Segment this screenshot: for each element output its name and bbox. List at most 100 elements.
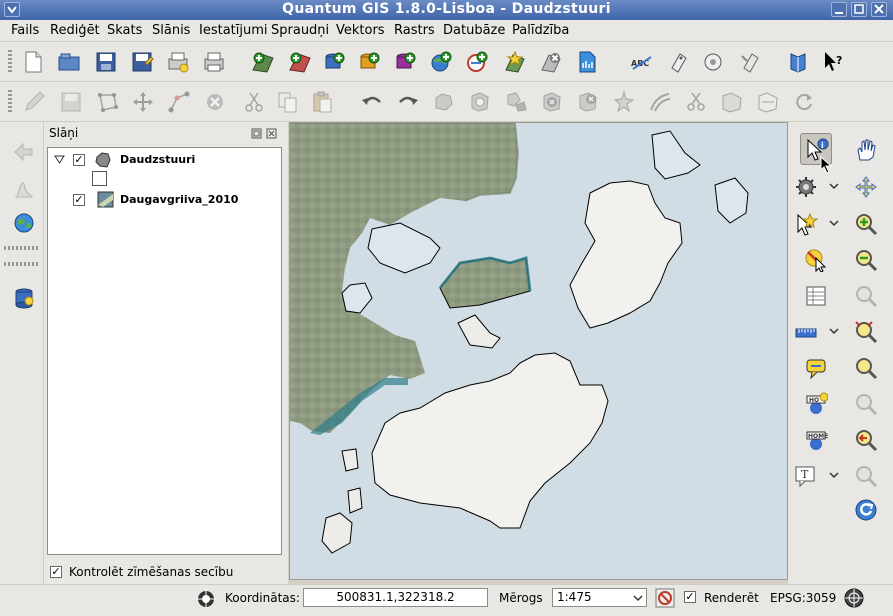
save-edits-icon[interactable] bbox=[59, 90, 83, 114]
zoom-full-icon[interactable] bbox=[854, 320, 878, 344]
paste-icon[interactable] bbox=[310, 90, 334, 114]
add-part-icon[interactable] bbox=[504, 90, 528, 114]
copy-icon[interactable] bbox=[276, 90, 300, 114]
text-annotation-icon[interactable]: T bbox=[794, 464, 818, 488]
chevron-down-icon[interactable] bbox=[829, 471, 839, 479]
refresh-icon[interactable] bbox=[854, 498, 878, 522]
simplify-icon[interactable] bbox=[432, 90, 456, 114]
merge-attributes-icon[interactable] bbox=[756, 90, 780, 114]
add-mssql-icon[interactable] bbox=[393, 50, 417, 74]
menu-palidziba[interactable]: Palīdzība bbox=[512, 23, 569, 38]
spell-check-icon[interactable]: ABC bbox=[630, 50, 654, 74]
menu-fails[interactable]: Fails bbox=[11, 23, 39, 38]
map-canvas[interactable] bbox=[289, 122, 788, 580]
add-wfs-icon[interactable] bbox=[465, 50, 489, 74]
maximize-button[interactable] bbox=[851, 2, 867, 17]
plugins-icon[interactable] bbox=[738, 50, 762, 74]
layer-row-daugavgriiva[interactable]: ✓ Daugavgriiva_2010 bbox=[48, 191, 278, 209]
float-panel-icon[interactable] bbox=[251, 128, 262, 139]
delete-ring-icon[interactable] bbox=[540, 90, 564, 114]
deselect-icon[interactable] bbox=[804, 248, 828, 272]
reshape-icon[interactable] bbox=[612, 90, 636, 114]
new-shapefile-icon[interactable] bbox=[503, 50, 527, 74]
menu-rediget[interactable]: Rediģēt bbox=[50, 23, 100, 38]
guide-icon[interactable] bbox=[786, 50, 810, 74]
move-feature-icon[interactable] bbox=[131, 90, 155, 114]
label-icon[interactable] bbox=[666, 50, 690, 74]
whats-this-icon[interactable]: ? bbox=[822, 50, 846, 74]
measure-icon[interactable] bbox=[794, 320, 818, 344]
show-bookmarks-icon[interactable]: HOME bbox=[804, 428, 828, 452]
crs-status-icon[interactable] bbox=[843, 587, 865, 609]
pan-to-selection-icon[interactable] bbox=[854, 175, 878, 199]
delete-part-icon[interactable] bbox=[576, 90, 600, 114]
menu-rastrs[interactable]: Rastrs bbox=[394, 23, 435, 38]
remove-layer-icon[interactable] bbox=[539, 50, 563, 74]
save-as-icon[interactable] bbox=[130, 50, 154, 74]
layer-visibility-checkbox[interactable]: ✓ bbox=[73, 194, 85, 206]
menu-skats[interactable]: Skats bbox=[107, 23, 142, 38]
chevron-down-icon[interactable] bbox=[829, 327, 839, 335]
database-icon[interactable] bbox=[12, 286, 36, 310]
coordinate-capture-icon[interactable] bbox=[196, 588, 216, 610]
render-checkbox[interactable]: ✓ bbox=[684, 591, 696, 603]
add-feature-icon[interactable] bbox=[95, 90, 119, 114]
add-vector-icon[interactable] bbox=[288, 50, 312, 74]
split-features-icon[interactable] bbox=[684, 90, 708, 114]
new-print-composer-icon[interactable] bbox=[166, 50, 190, 74]
select-icon[interactable] bbox=[794, 212, 818, 236]
new-spatialite-icon[interactable] bbox=[575, 50, 599, 74]
new-project-icon[interactable] bbox=[21, 50, 45, 74]
chevron-down-icon[interactable] bbox=[829, 182, 839, 190]
zoom-selection-icon[interactable] bbox=[854, 392, 878, 416]
map-tips-icon[interactable] bbox=[804, 356, 828, 380]
pan-hand-icon[interactable] bbox=[854, 138, 878, 162]
add-raster-icon[interactable] bbox=[251, 50, 275, 74]
toolbar-grip[interactable] bbox=[8, 50, 12, 73]
new-bookmark-icon[interactable]: HO bbox=[804, 392, 828, 416]
delete-selected-icon[interactable] bbox=[203, 90, 227, 114]
undo-icon[interactable] bbox=[360, 90, 384, 114]
settings-gear-icon[interactable] bbox=[794, 175, 818, 199]
rotate-point-icon[interactable] bbox=[792, 90, 816, 114]
redo-icon[interactable] bbox=[396, 90, 420, 114]
edit-pencil-icon[interactable] bbox=[22, 90, 46, 114]
merge-features-icon[interactable] bbox=[720, 90, 744, 114]
pin-icon[interactable] bbox=[701, 50, 725, 74]
cut-icon[interactable] bbox=[242, 90, 266, 114]
zoom-layer-icon[interactable] bbox=[854, 356, 878, 380]
histogram-icon[interactable] bbox=[12, 176, 36, 200]
print-icon[interactable] bbox=[202, 50, 226, 74]
canvas-splitter-grip[interactable] bbox=[289, 339, 291, 353]
minimize-button[interactable] bbox=[831, 2, 847, 17]
digitize-icon[interactable] bbox=[12, 140, 36, 164]
add-spatialite-icon[interactable] bbox=[357, 50, 381, 74]
render-order-checkbox[interactable]: ✓ bbox=[50, 566, 62, 578]
close-panel-icon[interactable] bbox=[266, 128, 277, 139]
coordinates-field[interactable]: 500831.1,322318.2 bbox=[303, 588, 488, 607]
chevron-down-icon[interactable] bbox=[829, 219, 839, 227]
save-icon[interactable] bbox=[94, 50, 118, 74]
stop-render-icon[interactable] bbox=[655, 588, 675, 608]
menu-datubaze[interactable]: Datubāze bbox=[443, 23, 505, 38]
node-tool-icon[interactable] bbox=[167, 90, 191, 114]
add-ring-icon[interactable] bbox=[468, 90, 492, 114]
chevron-down-icon[interactable] bbox=[633, 594, 643, 602]
menu-iestatijumi[interactable]: Iestatījumi bbox=[199, 23, 268, 38]
attribute-table-icon[interactable] bbox=[804, 284, 828, 308]
zoom-next-icon[interactable] bbox=[854, 464, 878, 488]
layer-row-daudzstuuri[interactable]: ✓ Daudzstuuri bbox=[48, 151, 278, 169]
globe-icon[interactable] bbox=[12, 211, 36, 235]
close-button[interactable] bbox=[871, 2, 887, 17]
zoom-native-icon[interactable] bbox=[854, 284, 878, 308]
menu-spraudni[interactable]: Spraudņi bbox=[271, 23, 329, 38]
scale-combobox[interactable]: 1:475 bbox=[552, 588, 647, 607]
add-postgis-icon[interactable] bbox=[322, 50, 346, 74]
crs-label[interactable]: EPSG:3059 bbox=[770, 591, 836, 605]
open-project-icon[interactable] bbox=[57, 50, 81, 74]
layer-visibility-checkbox[interactable]: ✓ bbox=[73, 154, 85, 166]
zoom-in-icon[interactable] bbox=[854, 212, 878, 236]
offset-curve-icon[interactable] bbox=[648, 90, 672, 114]
toolbar-grip[interactable] bbox=[8, 90, 12, 113]
menu-slanis[interactable]: Slānis bbox=[152, 23, 190, 38]
